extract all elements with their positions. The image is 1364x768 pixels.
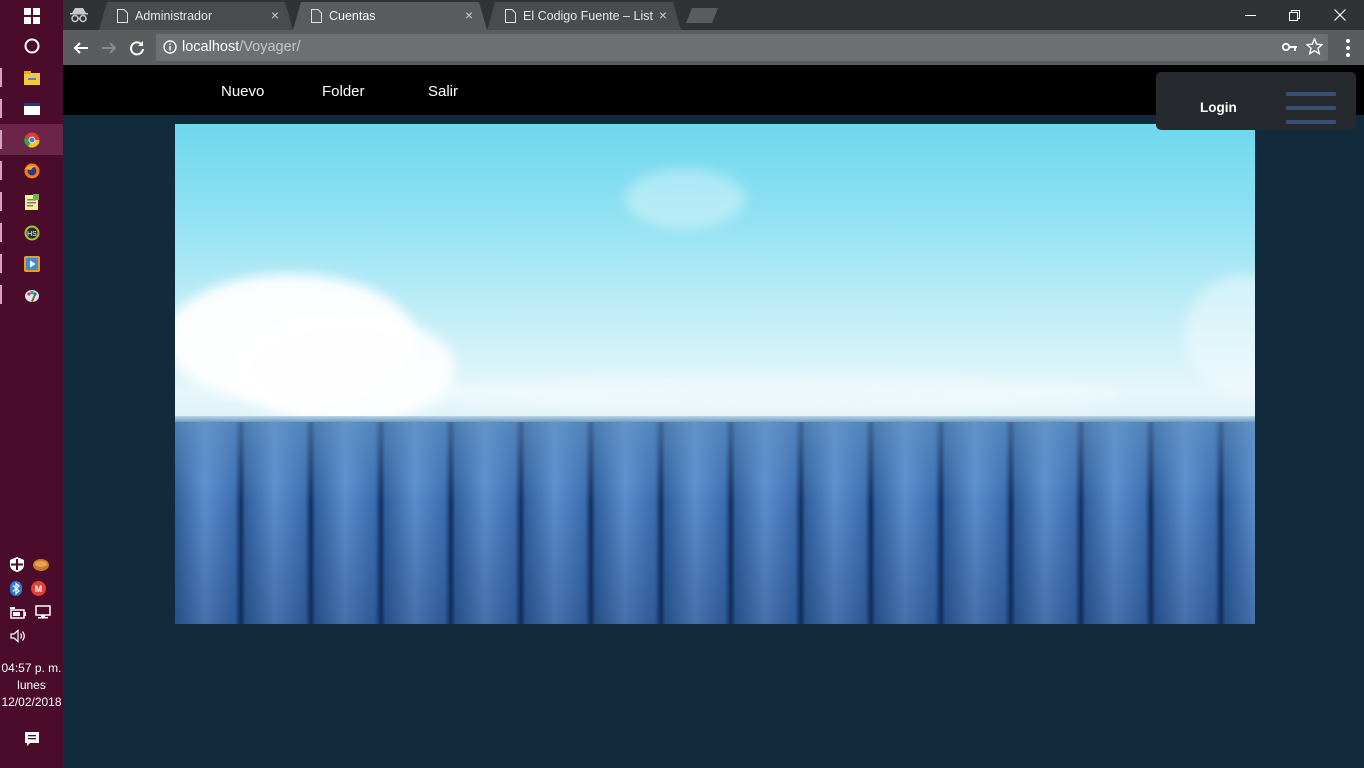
battery-icon[interactable] [10, 606, 26, 624]
tab-label: Cuentas [329, 9, 376, 23]
browser-menu-icon[interactable] [1341, 35, 1355, 61]
login-panel: Login [1156, 72, 1356, 130]
hs-app-icon[interactable]: HS [0, 217, 63, 248]
close-tab-icon[interactable]: × [465, 7, 473, 23]
cloud-app-icon[interactable] [33, 558, 49, 577]
windows-taskbar: HS M 04:57 p. m. lunes 12/02/2018 [0, 0, 63, 768]
nav-nuevo-link[interactable]: Nuevo [221, 83, 264, 100]
volume-icon[interactable] [10, 629, 28, 648]
back-button[interactable] [68, 35, 94, 61]
hero-wooden-deck [175, 422, 1255, 624]
browser-titlebar: Administrador × Cuentas × El Codigo Fuen… [63, 0, 1364, 30]
browser-window: Administrador × Cuentas × El Codigo Fuen… [63, 0, 1364, 768]
paint-icon[interactable] [0, 279, 63, 310]
url-path: /Voyager/ [239, 39, 301, 55]
tab-administrador[interactable]: Administrador × [99, 2, 293, 30]
web-page: Nuevo Folder Salir Login [63, 65, 1364, 768]
close-tab-icon[interactable]: × [659, 7, 667, 23]
security-icon[interactable] [10, 557, 24, 577]
windows-start-icon[interactable] [0, 0, 63, 31]
browser-toolbar: localhost/Voyager/ [63, 30, 1364, 65]
page-icon [311, 9, 322, 26]
gmail-icon[interactable]: M [31, 581, 46, 601]
restore-button[interactable] [1271, 0, 1317, 30]
page-icon [505, 9, 516, 26]
clock-day: lunes [17, 678, 46, 692]
chrome-icon[interactable] [0, 124, 63, 155]
tab-label: Administrador [135, 9, 213, 23]
svg-text:M: M [35, 584, 43, 594]
action-center-icon[interactable] [0, 723, 63, 754]
close-window-button[interactable] [1317, 0, 1363, 30]
new-tab-button[interactable] [686, 8, 718, 23]
hamburger-menu-icon[interactable] [1286, 92, 1336, 124]
close-tab-icon[interactable]: × [271, 7, 279, 23]
nav-folder-link[interactable]: Folder [322, 83, 365, 100]
file-explorer-icon[interactable] [0, 62, 63, 93]
tab-cuentas[interactable]: Cuentas × [293, 2, 487, 30]
tab-el-codigo-fuente[interactable]: El Codigo Fuente – Listar × [487, 2, 681, 30]
window-icon[interactable] [0, 93, 63, 124]
url-host: localhost [182, 39, 240, 55]
clock-date: 12/02/2018 [1, 695, 62, 709]
site-info-icon[interactable] [163, 40, 177, 59]
address-bar[interactable]: localhost/Voyager/ [156, 34, 1328, 61]
reload-button[interactable] [124, 35, 150, 61]
nav-salir-link[interactable]: Salir [428, 83, 458, 100]
tab-label: El Codigo Fuente – Listar [523, 9, 653, 23]
hero-sky [175, 124, 1255, 424]
firefox-icon[interactable] [0, 155, 63, 186]
cortana-icon[interactable] [0, 30, 63, 61]
forward-button[interactable] [96, 35, 122, 61]
minimize-button[interactable] [1227, 0, 1273, 30]
hero-image [175, 124, 1255, 624]
media-player-icon[interactable] [0, 248, 63, 279]
taskbar-clock[interactable]: 04:57 p. m. lunes 12/02/2018 [0, 660, 63, 711]
url-text[interactable]: localhost/Voyager/ [182, 39, 301, 55]
page-icon [117, 9, 128, 26]
login-link[interactable]: Login [1200, 100, 1237, 115]
incognito-icon [67, 4, 91, 26]
svg-text:HS: HS [27, 231, 37, 238]
key-icon[interactable] [1281, 40, 1298, 58]
clock-time: 04:57 p. m. [1, 661, 62, 675]
bookmark-star-icon[interactable] [1305, 37, 1324, 60]
bluetooth-icon[interactable] [10, 581, 22, 601]
notepad-icon[interactable] [0, 186, 63, 217]
network-icon[interactable] [35, 605, 51, 624]
